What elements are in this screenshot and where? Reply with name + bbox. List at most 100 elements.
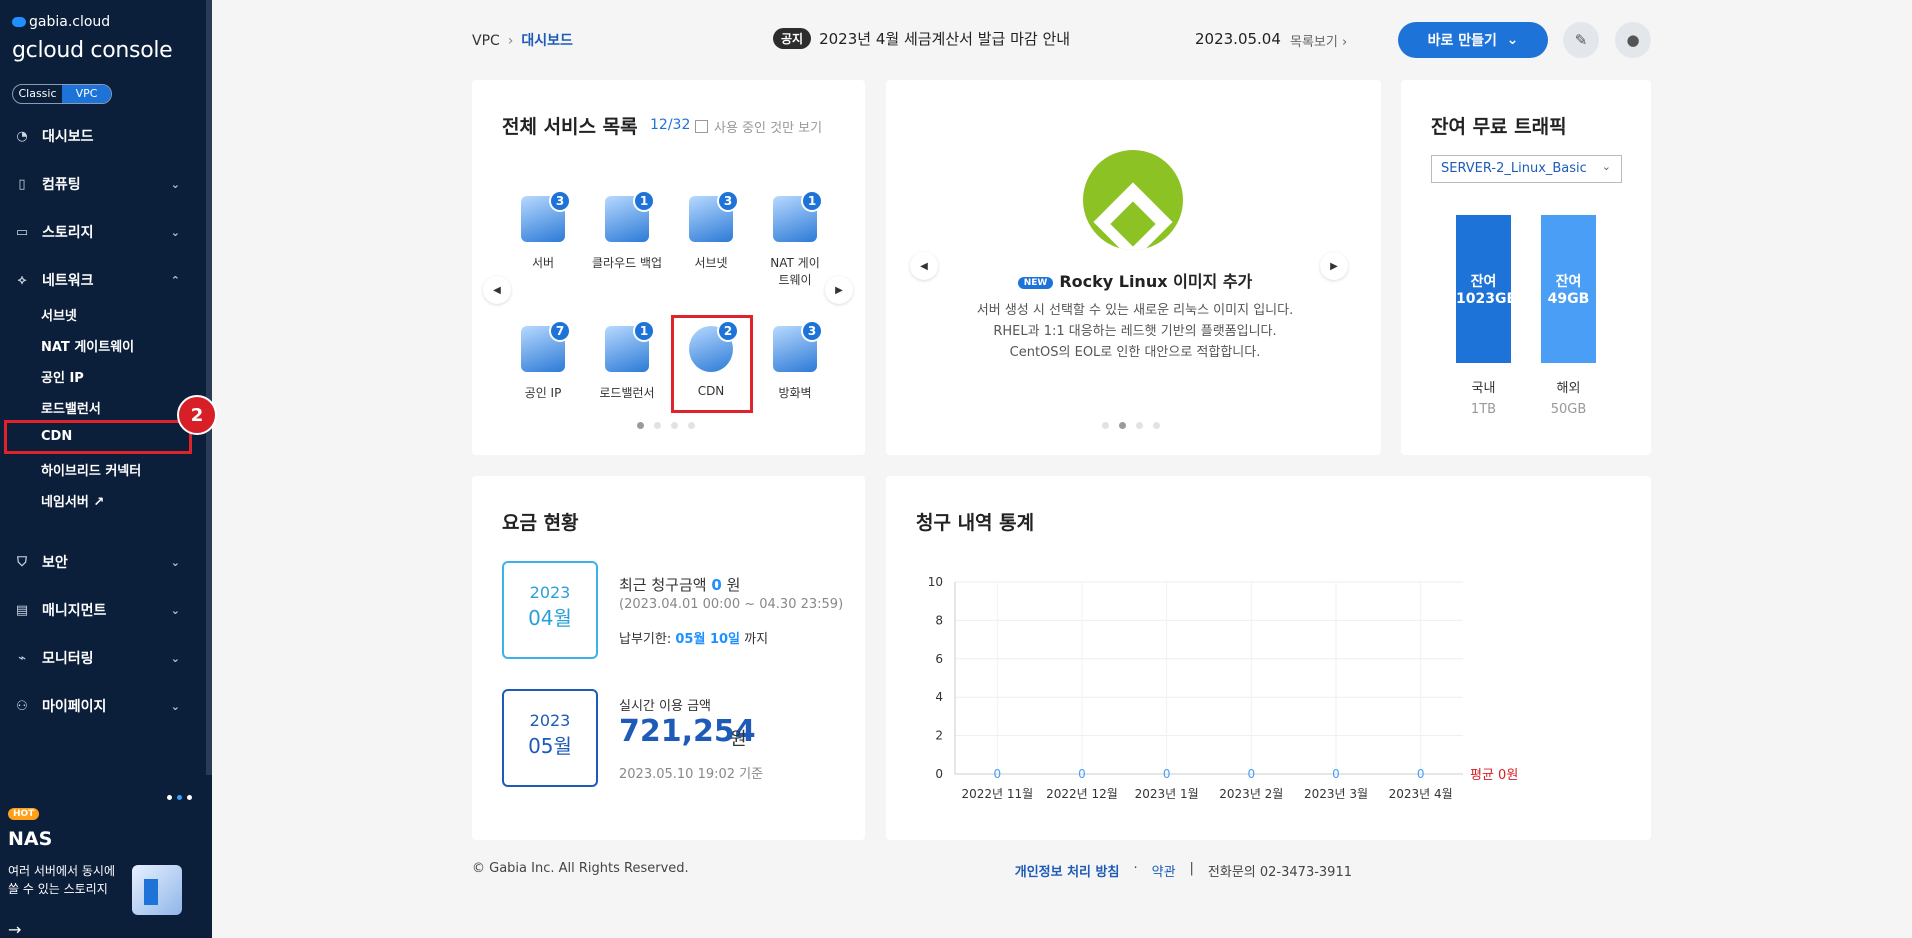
sub-subnet[interactable]: 서브넷 bbox=[41, 305, 77, 324]
service-public-ip[interactable]: 7 공인 IP bbox=[505, 320, 581, 401]
recent-bill-period: 2023 04월 bbox=[502, 561, 598, 659]
data-label: 0 bbox=[1078, 767, 1086, 781]
mode-toggle[interactable]: Classic VPC bbox=[12, 84, 112, 104]
promo-dot[interactable] bbox=[187, 795, 192, 800]
promo-dot[interactable] bbox=[167, 795, 172, 800]
sub-public-ip[interactable]: 공인 IP bbox=[41, 367, 84, 386]
subnet-icon: 3 bbox=[683, 190, 739, 248]
sub-nameserver[interactable]: 네임서버 ↗ bbox=[41, 491, 104, 510]
pager-dot[interactable] bbox=[1102, 422, 1109, 429]
due-date: 납부기한: 05월 10일 까지 bbox=[619, 632, 769, 647]
backup-icon: 1 bbox=[599, 190, 655, 248]
cloud-icon bbox=[12, 17, 26, 27]
service-subnet[interactable]: 3 서브넷 bbox=[673, 190, 749, 271]
brand-logo[interactable]: gabia.cloud bbox=[12, 14, 110, 30]
nav-computing[interactable]: ▯ 컴퓨팅 ⌄ bbox=[0, 167, 200, 201]
service-cloud-backup[interactable]: 1 클라우드 백업 bbox=[589, 190, 665, 271]
arrow-right-icon[interactable]: → bbox=[8, 920, 21, 938]
chat-button[interactable]: ✎ bbox=[1563, 22, 1599, 58]
nav-dashboard[interactable]: ◔ 대시보드 bbox=[0, 119, 200, 153]
x-tick-label: 2023년 1월 bbox=[1135, 787, 1199, 801]
nav-network[interactable]: ⟡ 네트워크 ⌃ bbox=[0, 263, 200, 297]
data-label: 0 bbox=[1248, 767, 1256, 781]
chevron-down-icon: ⌄ bbox=[170, 555, 180, 569]
x-tick-label: 2022년 11월 bbox=[961, 787, 1033, 801]
checkbox[interactable] bbox=[695, 120, 708, 133]
data-label: 0 bbox=[1417, 767, 1425, 781]
rocky-linux-logo bbox=[1083, 150, 1183, 250]
news-pager[interactable] bbox=[1102, 422, 1160, 429]
pager-dot[interactable] bbox=[671, 422, 678, 429]
promo-title: NAS bbox=[8, 828, 53, 850]
data-label: 0 bbox=[1332, 767, 1340, 781]
server-select[interactable]: SERVER-2_Linux_Basic ⌄ bbox=[1431, 155, 1622, 183]
sub-nat-gateway[interactable]: NAT 게이트웨이 bbox=[41, 336, 134, 355]
sub-hybrid-connector[interactable]: 하이브리드 커넥터 bbox=[41, 460, 141, 479]
nav-storage[interactable]: ▭ 스토리지 ⌄ bbox=[0, 215, 200, 249]
pager-dot[interactable] bbox=[1119, 422, 1126, 429]
nav-management[interactable]: ▤ 매니지먼트 ⌄ bbox=[0, 593, 200, 627]
terms-link[interactable]: 약관 bbox=[1152, 861, 1176, 880]
chevron-right-icon: › bbox=[507, 33, 514, 49]
chevron-down-icon: ⌄ bbox=[170, 651, 180, 665]
create-button[interactable]: 바로 만들기 ⌄ bbox=[1398, 22, 1548, 58]
realtime-bill-period: 2023 05월 bbox=[502, 689, 598, 787]
pager-dot[interactable] bbox=[1153, 422, 1160, 429]
sub-load-balancer[interactable]: 로드밸런서 bbox=[41, 398, 101, 417]
chevron-down-icon: ⌄ bbox=[170, 603, 180, 617]
notice-text[interactable]: 2023년 4월 세금계산서 발급 마감 안내 bbox=[819, 28, 1070, 49]
footer-dot: · bbox=[1133, 861, 1138, 876]
pager-dot[interactable] bbox=[654, 422, 661, 429]
traffic-total-domestic: 1TB bbox=[1470, 402, 1497, 417]
service-server[interactable]: 3 서버 bbox=[505, 190, 581, 271]
pager-dot[interactable] bbox=[1136, 422, 1143, 429]
sidebar-scrollbar[interactable] bbox=[206, 0, 212, 775]
y-tick-label: 4 bbox=[935, 690, 943, 704]
management-icon: ▤ bbox=[15, 602, 29, 618]
profile-button[interactable]: ● bbox=[1615, 22, 1651, 58]
chevron-up-icon: ⌃ bbox=[170, 273, 180, 287]
nat-icon: 1 bbox=[767, 190, 823, 248]
pager-dot[interactable] bbox=[637, 422, 644, 429]
mode-vpc[interactable]: VPC bbox=[62, 85, 111, 103]
x-tick-label: 2022년 12월 bbox=[1046, 787, 1118, 801]
nav-mypage[interactable]: ⚇ 마이페이지 ⌄ bbox=[0, 689, 200, 723]
mode-classic[interactable]: Classic bbox=[13, 85, 62, 103]
user-icon: ● bbox=[1626, 31, 1640, 49]
nav-security[interactable]: ⛉ 보안 ⌄ bbox=[0, 545, 200, 579]
traffic-region-domestic: 국내 bbox=[1471, 381, 1496, 396]
news-title[interactable]: NEW Rocky Linux 이미지 추가 bbox=[885, 268, 1385, 292]
breadcrumb-root[interactable]: VPC bbox=[472, 33, 500, 49]
list-link[interactable]: 목록보기 › bbox=[1290, 31, 1347, 50]
chevron-down-icon: ⌄ bbox=[1601, 160, 1611, 173]
pager-dot[interactable] bbox=[688, 422, 695, 429]
average-label: 평균 0원 bbox=[1470, 768, 1519, 783]
chat-icon: ✎ bbox=[1574, 31, 1588, 49]
new-badge: NEW bbox=[1017, 276, 1054, 289]
service-firewall[interactable]: 3 방화벽 bbox=[757, 320, 833, 401]
data-label: 0 bbox=[994, 767, 1002, 781]
in-use-filter[interactable]: 사용 중인 것만 보기 bbox=[695, 117, 822, 136]
external-link-icon: ↗ bbox=[93, 495, 105, 510]
services-pager[interactable] bbox=[637, 422, 695, 429]
services-prev-button[interactable]: ◀ bbox=[483, 276, 511, 304]
footer-divider: | bbox=[1189, 861, 1194, 876]
realtime-label: 실시간 이용 금액 bbox=[619, 699, 711, 714]
monitor-icon: ⌁ bbox=[18, 650, 26, 666]
service-load-balancer[interactable]: 1 로드밸런서 bbox=[589, 320, 665, 401]
privacy-link[interactable]: 개인정보 처리 방침 bbox=[1015, 861, 1120, 880]
server-icon: 3 bbox=[515, 190, 571, 248]
promo-dot[interactable] bbox=[177, 795, 182, 800]
nav-monitoring[interactable]: ⌁ 모니터링 ⌄ bbox=[0, 641, 200, 675]
public-ip-icon: 7 bbox=[515, 320, 571, 378]
services-count: 12/32 bbox=[650, 117, 691, 133]
x-tick-label: 2023년 3월 bbox=[1304, 787, 1368, 801]
promo-pager[interactable] bbox=[167, 795, 192, 800]
console-title[interactable]: gcloud console bbox=[12, 38, 173, 63]
realtime-unit: 원 bbox=[730, 729, 747, 750]
cdn-service-highlight-box bbox=[671, 315, 753, 413]
notice-date: 2023.05.04 bbox=[1195, 30, 1281, 48]
phone: 전화문의 02-3473-3911 bbox=[1207, 865, 1352, 880]
service-nat-gateway[interactable]: 1 NAT 게이트웨이 bbox=[757, 190, 833, 288]
notice-banner[interactable]: 공지 2023년 4월 세금계산서 발급 마감 안내 bbox=[773, 28, 1070, 49]
